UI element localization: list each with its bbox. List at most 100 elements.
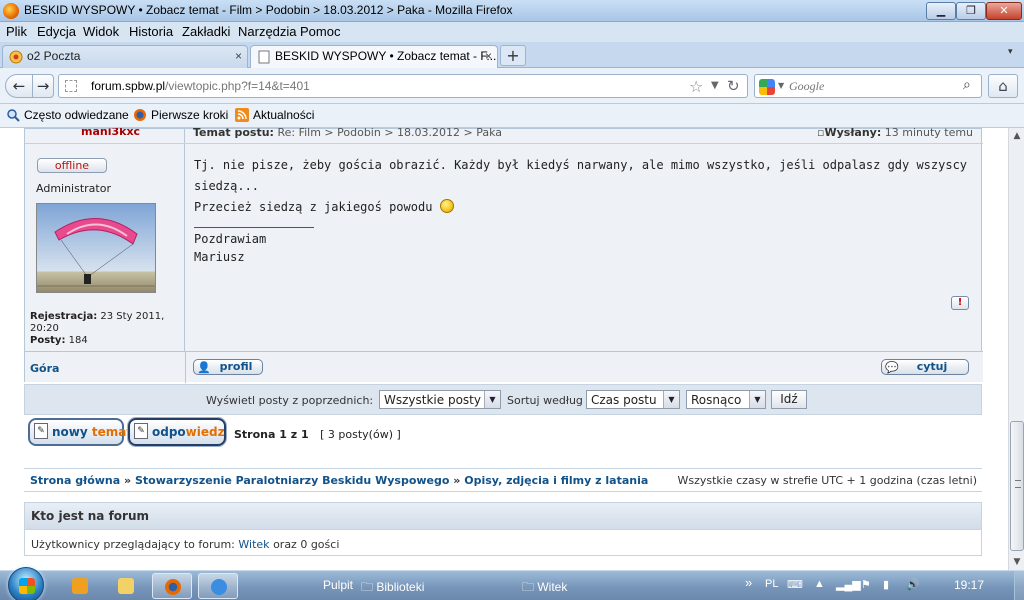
post-text-line: Tj. nie pisze, żeby gościa obrazić. Każd… — [194, 158, 968, 193]
scroll-up-icon[interactable]: ▲ — [1009, 128, 1024, 144]
home-button[interactable]: ⌂ — [988, 74, 1018, 98]
posted-value: 13 minuty temu — [884, 128, 974, 139]
site-identity-icon[interactable] — [65, 80, 77, 92]
minimize-button[interactable]: ▁ — [926, 2, 956, 20]
menu-item-narzedzia[interactable]: Narzędzia — [238, 24, 297, 39]
breadcrumb-home[interactable]: Strona główna — [30, 474, 120, 487]
desktop-toolbar[interactable]: Pulpit — [323, 578, 353, 592]
search-engine-dropdown-icon[interactable]: ▼ — [778, 81, 784, 90]
toolbar-overflow-button[interactable]: » — [745, 575, 752, 590]
subject-text[interactable]: Re: Film > Podobin > 18.03.2012 > Paka — [277, 128, 502, 139]
taskbar-firefox[interactable] — [152, 573, 192, 599]
back-button[interactable]: ← — [5, 74, 33, 98]
rss-icon — [235, 108, 249, 122]
battery-icon[interactable]: ▮ — [883, 578, 889, 591]
scroll-down-icon[interactable]: ▼ — [1009, 554, 1024, 570]
quote-button-label: cytuj — [916, 360, 948, 373]
reply-label-highlight: wiedz — [185, 425, 225, 439]
breadcrumb-association[interactable]: Stowarzyszenie Paralotniarzy Beskidu Wys… — [135, 474, 449, 487]
quote-button[interactable]: 💬 cytuj — [881, 359, 969, 375]
maximize-button[interactable]: ❐ — [956, 2, 986, 20]
online-guests-text: oraz 0 gości — [273, 538, 340, 551]
menu-item-plik[interactable]: Plik — [6, 24, 27, 39]
avatar — [36, 203, 156, 293]
menu-item-widok[interactable]: Widok — [83, 24, 119, 39]
user-folder-label: Witek — [537, 580, 568, 594]
menu-bar: Plik Edycja Widok Historia Zakładki Narz… — [0, 22, 1024, 42]
taskbar-clock[interactable]: 19:17 — [954, 578, 984, 592]
chevron-down-icon: ▼ — [484, 391, 500, 408]
sort-by-select[interactable]: Czas postu ▼ — [586, 390, 680, 409]
menu-item-edycja[interactable]: Edycja — [37, 24, 76, 39]
post-author[interactable]: mani3kxc — [81, 128, 140, 138]
action-center-flag-icon[interactable]: ⚑ — [861, 578, 871, 591]
post-body: Tj. nie pisze, żeby gościa obrazić. Każd… — [194, 155, 974, 218]
profile-button[interactable]: 👤 profil — [193, 359, 263, 375]
libraries-toolbar[interactable]: 🗀 Biblioteki — [361, 578, 424, 599]
report-post-icon[interactable]: ! — [951, 296, 969, 310]
reload-icon[interactable]: ↻ — [727, 77, 740, 95]
user-folder-toolbar[interactable]: 🗀 Witek — [522, 578, 567, 599]
taskbar-explorer[interactable] — [106, 573, 146, 599]
bookmark-aktualnosci[interactable]: Aktualności — [235, 108, 314, 122]
search-bar[interactable]: ▼ ⌕ — [754, 74, 982, 98]
who-is-online-panel: Kto jest na forum Użytkownicy przeglądaj… — [24, 502, 982, 556]
breadcrumb-separator: » — [124, 474, 132, 487]
windows-logo-icon — [19, 578, 35, 594]
reply-button[interactable]: ✎ odpowiedz — [128, 418, 226, 446]
pagination: Strona 1 z 1 [ 3 posty(ów) ] — [234, 428, 401, 441]
keyboard-icon[interactable]: ⌨ — [787, 578, 803, 591]
tab-o2-poczta[interactable]: o2 Poczta × — [2, 45, 248, 68]
grip-icon — [1015, 480, 1021, 488]
new-topic-button[interactable]: ✎ nowy temat — [28, 418, 132, 446]
status-badge: offline — [37, 158, 107, 173]
google-icon[interactable] — [759, 79, 775, 95]
internet-explorer-icon — [211, 579, 227, 595]
bookmark-star-icon[interactable]: ☆ — [689, 77, 703, 96]
start-button[interactable] — [8, 567, 44, 600]
sort-order-select[interactable]: Rosnąco ▼ — [686, 390, 766, 409]
taskbar-media-player[interactable] — [60, 573, 100, 599]
search-icon[interactable]: ⌕ — [963, 77, 971, 93]
close-button[interactable]: ✕ — [986, 2, 1022, 20]
breadcrumb-forum[interactable]: Opisy, zdjęcia i filmy z latania — [464, 474, 648, 487]
post-header-divider — [25, 143, 983, 144]
language-indicator[interactable]: PL — [765, 578, 778, 590]
new-tab-button[interactable]: + — [500, 45, 526, 66]
network-signal-icon[interactable]: ▂▄▆ — [836, 578, 861, 591]
back-to-top-link[interactable]: Góra — [30, 362, 59, 375]
online-user-link[interactable]: Witek — [238, 538, 269, 551]
paraglider-avatar-image — [37, 204, 155, 292]
menu-item-historia[interactable]: Historia — [129, 24, 173, 39]
tab-close-icon[interactable]: × — [235, 49, 242, 63]
show-desktop-button[interactable] — [1014, 571, 1024, 600]
page-scrollbar[interactable]: ▲ ▼ — [1008, 128, 1024, 570]
show-hidden-icons-icon[interactable]: ▲ — [814, 578, 825, 590]
history-dropdown-icon[interactable]: ▼ — [711, 80, 719, 91]
taskbar-internet-explorer[interactable] — [198, 573, 238, 599]
o2-mail-icon — [9, 50, 23, 64]
posts-label: Posty: — [30, 335, 66, 346]
who-is-online-text: Użytkownicy przeglądający to forum: Wite… — [31, 538, 339, 551]
post-count: [ 3 posty(ów) ] — [320, 428, 401, 441]
chevron-down-icon: ▼ — [749, 391, 765, 408]
tab-list-chevron-icon[interactable]: ▾ — [1008, 47, 1013, 57]
forward-button[interactable]: → — [32, 74, 54, 98]
menu-item-zakladki[interactable]: Zakładki — [182, 24, 230, 39]
libraries-icon: 🗀 — [361, 580, 374, 594]
go-button[interactable]: Idź — [771, 390, 807, 409]
volume-icon[interactable]: 🔊 — [906, 578, 920, 591]
url-text[interactable]: forum.spbw.pl/viewtopic.php?f=14&t=401 — [91, 79, 310, 93]
bookmark-czesto-odwiedzane[interactable]: Często odwiedzane — [6, 108, 129, 122]
tab-close-icon[interactable]: × — [485, 49, 492, 63]
scrollbar-thumb[interactable] — [1010, 421, 1024, 551]
address-bar[interactable]: forum.spbw.pl/viewtopic.php?f=14&t=401 ☆… — [58, 74, 748, 98]
menu-item-pomoc[interactable]: Pomoc — [300, 24, 340, 39]
bookmark-pierwsze-kroki[interactable]: Pierwsze kroki — [133, 108, 228, 122]
tab-beskid-wyspowy[interactable]: BESKID WYSPOWY • Zobacz temat - F... × — [250, 45, 498, 68]
show-posts-select[interactable]: Wszystkie posty ▼ — [379, 390, 501, 409]
search-input[interactable] — [789, 78, 959, 94]
firefox-logo-icon — [3, 3, 19, 19]
navigation-bar: ← → forum.spbw.pl/viewtopic.php?f=14&t=4… — [0, 68, 1024, 104]
url-path: /viewtopic.php?f=14&t=401 — [165, 79, 310, 93]
